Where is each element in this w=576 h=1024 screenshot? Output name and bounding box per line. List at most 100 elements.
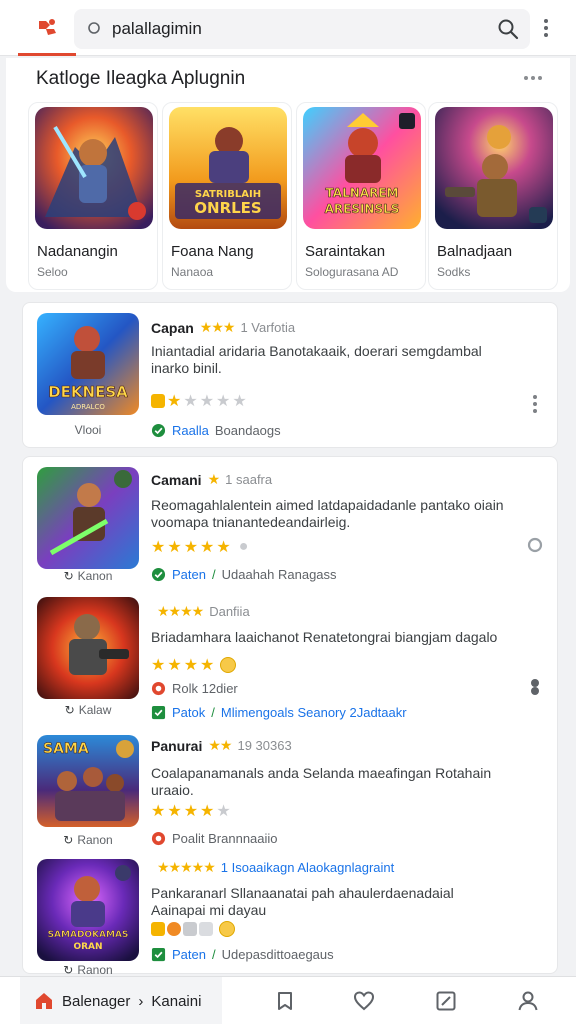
star-rating: ★ ★ ★ ★ ★ ● <box>151 537 248 557</box>
star-icon: ★ <box>167 803 182 820</box>
refresh-icon: ↻ <box>64 703 75 717</box>
catalog-item-name: Saraintakan <box>305 243 386 260</box>
star-rating: ★ ★ ★ ★ ★ <box>151 391 247 411</box>
star-icon: ★ <box>216 539 231 556</box>
catalog-title: Katloge Ileagka Aplugnin <box>36 68 246 89</box>
heart-icon[interactable] <box>352 989 376 1013</box>
star-icon: ★ <box>183 803 199 820</box>
item-title: Camani <box>151 471 202 488</box>
search-input[interactable] <box>112 19 496 39</box>
header-stars: ★ <box>207 471 221 487</box>
status-secondary: Boandaogs <box>214 423 281 438</box>
smiley-icon <box>220 657 237 673</box>
catalog-item[interactable]: SATRIBLAIH ONRLES Foana Nang Nanaoa <box>162 102 292 290</box>
item-description: Coalapanamanals anda Selanda maeafingan … <box>151 765 492 798</box>
item-caption: ↻ Ranon <box>37 963 139 977</box>
item-meta: 1 Varfotia <box>240 320 296 335</box>
alert-circle-icon <box>151 831 166 846</box>
art-title-line-1: TALNAREM <box>326 186 399 200</box>
profile-icon[interactable] <box>516 989 540 1013</box>
list-item[interactable]: ↻ Kanon Camani ★ 1 saafra Reomagahlalent… <box>23 457 559 589</box>
nav-home-suffix: Kanaini <box>151 992 202 1010</box>
star-rating: ★ ★ ★ ★ ★ <box>151 801 231 821</box>
refresh-icon: ↻ <box>63 569 74 583</box>
coin-icon <box>151 922 165 936</box>
chevron-right-icon: › <box>138 992 144 1010</box>
slash-icon: / <box>211 947 216 962</box>
slash-icon: / <box>211 705 215 720</box>
game-thumbnail <box>37 597 139 699</box>
catalog-carousel: Nadanangin Seloo SATRIBLAIH ONRLES Foana… <box>28 102 558 290</box>
more-vertical-icon[interactable] <box>536 14 556 42</box>
edit-icon[interactable] <box>434 989 458 1013</box>
catalog-item[interactable]: Balnadjaan Sodks <box>428 102 558 290</box>
star-icon: ★ <box>167 657 182 674</box>
star-icon: ★ <box>200 539 215 556</box>
item-caption-text: Kalaw <box>78 703 112 717</box>
search-icon[interactable] <box>496 17 520 41</box>
smiley-icon <box>219 921 235 937</box>
game-thumbnail: TALNAREM ARESINSLS <box>303 107 421 229</box>
list-item[interactable]: SAMADOKAMAS ORAN ↻ Ranon ★★★★★ 1 Isoaaik… <box>23 851 559 977</box>
more-horizontal-icon[interactable] <box>518 70 548 86</box>
list-item[interactable]: SAMA ↻ Ranon Panurai ★★ 19 30363 Coalapa… <box>23 725 559 851</box>
badge-icon <box>183 922 197 936</box>
item-caption: ↻ Kanon <box>37 569 139 583</box>
bottom-navigation: Balenager › Kanaini <box>0 976 576 1024</box>
status-tertiary: Mlimengoals Seanory 2Jadtaakr <box>220 705 407 720</box>
star-icon: ★ <box>199 393 215 410</box>
game-thumbnail: DEKNESA ADRALCO <box>37 313 139 415</box>
game-thumbnail <box>435 107 553 229</box>
game-thumbnail: SAMA <box>37 735 139 827</box>
art-title-line-1: SAMADOKAMAS <box>48 930 129 940</box>
crown-icon <box>151 394 165 408</box>
more-vertical-icon[interactable] <box>527 391 543 417</box>
item-caption: Vlooi <box>74 423 102 437</box>
item-status: Poalit Brannnaaiio <box>151 831 278 846</box>
catalog-item-name: Nadanangin <box>37 243 118 260</box>
catalog-item[interactable]: TALNAREM ARESINSLS Saraintakan Sologuras… <box>296 102 426 290</box>
nav-home[interactable]: Balenager › Kanaini <box>20 977 222 1024</box>
item-header: Camani ★ 1 saafra <box>151 471 272 488</box>
list-item[interactable]: ↻ Kalaw ★★★★ Danfiia Briadamhara laaicha… <box>23 589 559 725</box>
item-caption-text: Ranon <box>77 833 113 847</box>
nav-home-label: Balenager <box>62 992 131 1010</box>
library-icon[interactable] <box>274 989 298 1013</box>
app-logo-icon <box>39 18 56 35</box>
header-stars: ★★★ <box>199 319 236 335</box>
reaction-icons <box>151 921 235 937</box>
item-status-line-1: Rolk 12dier <box>151 681 238 696</box>
star-icon: ★ <box>167 393 182 410</box>
game-thumbnail: SAMADOKAMAS ORAN <box>37 859 139 961</box>
item-header: Panurai ★★ 19 30363 <box>151 737 292 754</box>
catalog-item-name: Balnadjaan <box>437 243 513 260</box>
check-circle-icon <box>151 567 166 582</box>
badge-icon <box>199 922 213 936</box>
search-bar[interactable] <box>74 9 530 49</box>
game-thumbnail <box>37 467 139 569</box>
toggle-dot-icon[interactable] <box>527 677 543 697</box>
star-icon: ★ <box>183 393 198 410</box>
item-header: ★★★★★ 1 Isoaaikagn Alaokagnlagraint <box>151 859 394 876</box>
status-primary: Paten <box>172 567 206 582</box>
badge-icon: ● <box>238 538 249 555</box>
list-item[interactable]: DEKNESA ADRALCO Vlooi Capan ★★★ 1 Varfot… <box>23 303 559 449</box>
logo-tab[interactable] <box>18 0 76 56</box>
catalog-item[interactable]: Nadanangin Seloo <box>28 102 158 290</box>
status-secondary: Udepasdittoaegaus <box>221 947 334 962</box>
catalog-item-sub: Nanaoa <box>171 265 214 279</box>
item-header: ★★★★ Danfiia <box>151 603 250 620</box>
catalog-item-name: Foana Nang <box>171 243 254 260</box>
check-square-icon <box>151 705 166 720</box>
radio-button[interactable] <box>527 537 543 553</box>
item-caption: ↻ Kalaw <box>37 703 139 717</box>
star-icon: ★ <box>232 393 247 410</box>
status-secondary: Udaahah Ranagass <box>221 567 337 582</box>
game-thumbnail <box>35 107 153 229</box>
star-rating: ★ ★ ★ ★ <box>151 655 237 675</box>
item-status-line-2: Patok / Mlimengoals Seanory 2Jadtaakr <box>151 705 407 720</box>
medal-icon <box>167 922 181 936</box>
status-secondary: Patok <box>172 705 206 720</box>
star-icon: ★ <box>216 393 231 410</box>
art-title-line-1: DEKNESA <box>48 383 128 401</box>
